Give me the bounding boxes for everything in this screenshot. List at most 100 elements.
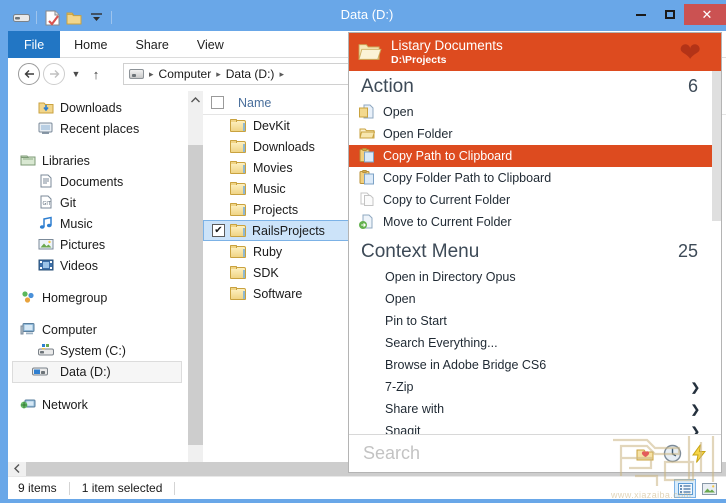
sidebar-item-label: Pictures bbox=[60, 238, 105, 252]
tab-file[interactable]: File bbox=[8, 31, 60, 58]
breadcrumb-item-computer[interactable]: Computer bbox=[159, 67, 212, 81]
action-item-open[interactable]: Open bbox=[349, 101, 712, 123]
up-button[interactable]: ↑ bbox=[87, 63, 105, 85]
large-icons-view-button[interactable] bbox=[698, 479, 720, 498]
context-item-open[interactable]: Open bbox=[349, 288, 712, 310]
heart-icon[interactable]: ❤ bbox=[679, 39, 701, 65]
computer-icon bbox=[20, 322, 36, 338]
sidebar-item-label: Downloads bbox=[60, 101, 122, 115]
chevron-right-icon: ❯ bbox=[691, 403, 700, 416]
maximize-button[interactable] bbox=[655, 4, 684, 25]
sidebar-item-network[interactable]: Network bbox=[8, 394, 188, 415]
status-divider bbox=[69, 482, 70, 495]
sidebar-gap bbox=[8, 139, 188, 150]
sidebar-item-label: Documents bbox=[60, 175, 123, 189]
sidebar-item-libraries[interactable]: Libraries bbox=[8, 150, 188, 171]
explorer-window: Data (D:) ✕ File Home Share View ▼ ↑ bbox=[0, 0, 726, 503]
context-item-share-with[interactable]: Share with ❯ bbox=[349, 398, 712, 420]
context-item-label: Share with bbox=[385, 402, 444, 416]
libraries-icon bbox=[20, 153, 36, 169]
sidebar-item-label: Homegroup bbox=[42, 291, 107, 305]
action-item-open-folder[interactable]: Open Folder bbox=[349, 123, 712, 145]
sidebar-item-label: Libraries bbox=[42, 154, 90, 168]
details-view-button[interactable] bbox=[674, 479, 696, 498]
scrollbar-thumb[interactable] bbox=[188, 145, 203, 445]
navigation-pane: Downloads Recent places bbox=[8, 91, 188, 476]
context-item-label: Open in Directory Opus bbox=[385, 270, 516, 284]
scroll-up-icon[interactable] bbox=[188, 91, 203, 108]
column-header-label: Name bbox=[238, 96, 271, 110]
context-item-label: Pin to Start bbox=[385, 314, 447, 328]
context-item-search-everything[interactable]: Search Everything... bbox=[349, 332, 712, 354]
listary-header-text: Listary Documents D:\Projects bbox=[391, 38, 679, 66]
listary-popup: Listary Documents D:\Projects ❤ Action 6 bbox=[348, 32, 722, 473]
breadcrumb-item-data[interactable]: Data (D:) bbox=[226, 67, 275, 81]
sidebar-item-system-c[interactable]: System (C:) bbox=[8, 340, 188, 361]
favorites-icon[interactable] bbox=[635, 444, 655, 464]
action-item-copy-to-current-folder[interactable]: Copy to Current Folder bbox=[349, 189, 712, 211]
action-item-move-to-current-folder[interactable]: Move to Current Folder bbox=[349, 211, 712, 233]
forward-button[interactable] bbox=[43, 63, 65, 85]
music-icon bbox=[38, 216, 54, 232]
action-item-label: Copy to Current Folder bbox=[383, 193, 510, 207]
close-button[interactable]: ✕ bbox=[684, 4, 726, 25]
recent-locations-icon[interactable]: ▼ bbox=[68, 63, 84, 85]
action-item-copy-folder-path-to-clipboard[interactable]: Copy Folder Path to Clipboard bbox=[349, 167, 712, 189]
sidebar-gap-3 bbox=[8, 308, 188, 319]
breadcrumb-separator-2[interactable]: ▸ bbox=[277, 69, 286, 80]
action-item-copy-path-to-clipboard[interactable]: Copy Path to Clipboard bbox=[349, 145, 712, 167]
sidebar-item-music[interactable]: Music bbox=[8, 213, 188, 234]
sidebar-item-git[interactable]: GIT Git bbox=[8, 192, 188, 213]
file-name: Music bbox=[253, 182, 286, 196]
file-name: SDK bbox=[253, 266, 279, 280]
listary-search-bar[interactable]: Search bbox=[349, 434, 721, 472]
sidebar-item-data-d[interactable]: Data (D:) bbox=[12, 361, 182, 383]
scroll-left-icon[interactable] bbox=[8, 464, 26, 475]
context-item-pin-to-start[interactable]: Pin to Start bbox=[349, 310, 712, 332]
sidebar-item-documents[interactable]: Documents bbox=[8, 171, 188, 192]
quick-switch-bolt-icon[interactable] bbox=[691, 444, 711, 464]
git-icon: GIT bbox=[38, 195, 54, 211]
section-title: Action bbox=[361, 76, 414, 98]
context-item-label: Open bbox=[385, 292, 416, 306]
tab-share[interactable]: Share bbox=[122, 31, 183, 58]
context-item-label: Snagit bbox=[385, 424, 420, 434]
section-header-context-menu: Context Menu 25 bbox=[349, 233, 712, 266]
search-toolbar bbox=[635, 444, 711, 464]
listary-scrollbar-thumb[interactable] bbox=[712, 71, 721, 221]
videos-icon bbox=[38, 258, 54, 274]
sidebar-item-videos[interactable]: Videos bbox=[8, 255, 188, 276]
sidebar-item-recent-places[interactable]: Recent places bbox=[8, 118, 188, 139]
selection-label: 1 item selected bbox=[82, 481, 175, 495]
action-item-label: Copy Folder Path to Clipboard bbox=[383, 171, 551, 185]
chevron-right-icon: ❯ bbox=[691, 425, 700, 435]
drive-icon bbox=[129, 69, 144, 79]
sidebar-item-pictures[interactable]: Pictures bbox=[8, 234, 188, 255]
status-bar: 9 items 1 item selected bbox=[8, 476, 726, 499]
sidebar-item-label: Data (D:) bbox=[60, 365, 111, 379]
tab-home[interactable]: Home bbox=[60, 31, 121, 58]
folder-icon bbox=[230, 182, 246, 195]
context-item-snagit[interactable]: Snagit ❯ bbox=[349, 420, 712, 434]
row-checkbox[interactable]: ✔ bbox=[212, 224, 225, 237]
clipboard-icon bbox=[359, 148, 375, 164]
open-folder-icon bbox=[355, 38, 385, 66]
search-input[interactable]: Search bbox=[363, 443, 635, 464]
sidebar-item-computer[interactable]: Computer bbox=[8, 319, 188, 340]
minimize-button[interactable] bbox=[626, 4, 655, 25]
tab-view[interactable]: View bbox=[183, 31, 238, 58]
folder-icon bbox=[230, 203, 246, 216]
sidebar-item-downloads[interactable]: Downloads bbox=[8, 97, 188, 118]
close-icon: ✕ bbox=[702, 8, 713, 21]
select-all-checkbox[interactable] bbox=[211, 96, 224, 109]
nav-pane-scrollbar[interactable] bbox=[188, 91, 203, 476]
context-item-open-in-directory-opus[interactable]: Open in Directory Opus bbox=[349, 266, 712, 288]
sidebar-item-homegroup[interactable]: Homegroup bbox=[8, 287, 188, 308]
history-clock-icon[interactable] bbox=[663, 444, 683, 464]
window-controls: ✕ bbox=[626, 4, 726, 25]
context-item-browse-in-adobe-bridge[interactable]: Browse in Adobe Bridge CS6 bbox=[349, 354, 712, 376]
context-item-7-zip[interactable]: 7-Zip ❯ bbox=[349, 376, 712, 398]
file-name: Downloads bbox=[253, 140, 315, 154]
listary-scrollbar[interactable] bbox=[712, 71, 721, 434]
back-button[interactable] bbox=[18, 63, 40, 85]
